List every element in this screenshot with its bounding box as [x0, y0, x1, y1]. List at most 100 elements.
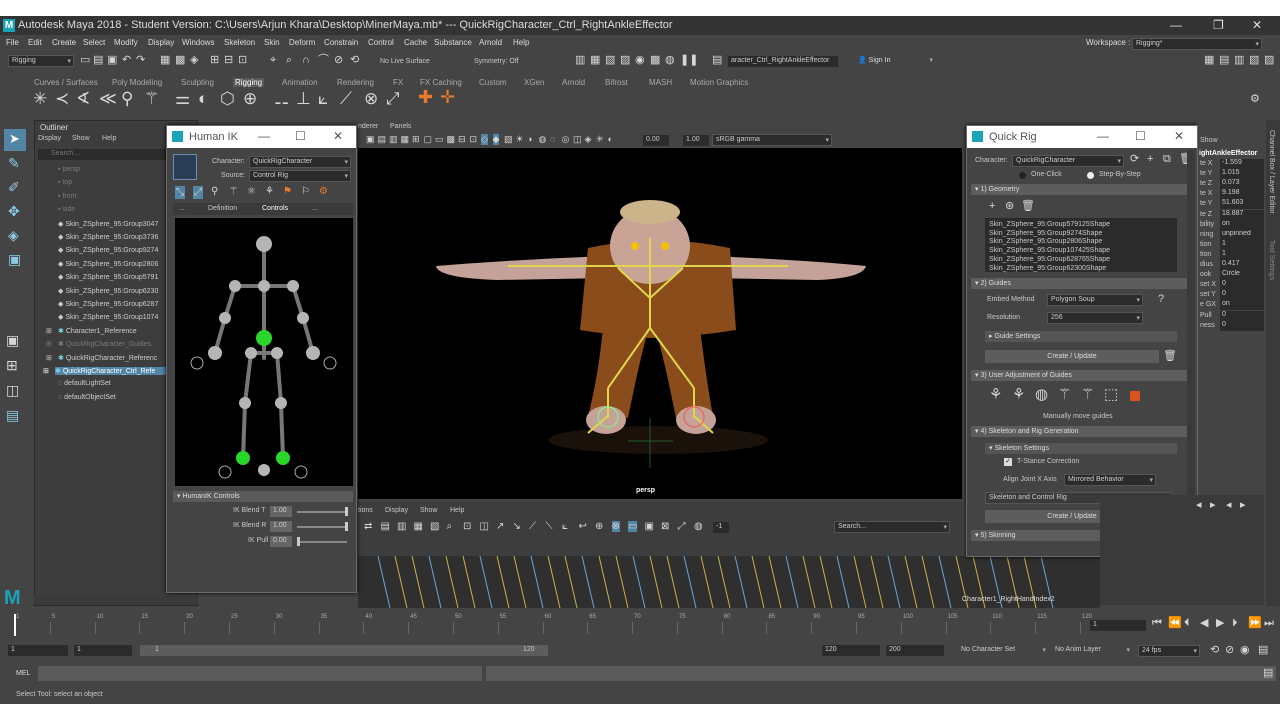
open-scene-icon[interactable]: ▤ [93, 55, 103, 66]
hik-character-view[interactable] [175, 218, 353, 486]
film-gate-icon[interactable]: ▢ [424, 134, 433, 145]
qr-refresh-icon[interactable]: ⟳ [1130, 154, 1139, 165]
shelf-tab-poly[interactable]: Poly Modeling [112, 78, 162, 87]
ipr-render-icon[interactable]: ▧ [605, 55, 615, 66]
shelf-tab-fxcaching[interactable]: FX Caching [420, 78, 462, 87]
parent-constraint-icon[interactable]: ⚋ [274, 90, 289, 107]
fps-dropdown[interactable]: 24 fps [1138, 645, 1200, 657]
layout-four-icon[interactable]: ⊞ [6, 358, 18, 372]
anim-layer-dropdown[interactable]: No Anim Layer [1052, 645, 1132, 657]
channel-attr-label[interactable]: te Y [1200, 170, 1212, 177]
scale-tool-icon[interactable]: ▣ [8, 252, 21, 266]
shelf-tab-fx[interactable]: FX [393, 78, 403, 87]
outliner-item[interactable]: ◆ Skin_ZSphere_95:Group3736 [58, 233, 158, 241]
outliner-item[interactable]: ◌ defaultObjectSet [58, 394, 116, 401]
outliner-menu-show[interactable]: Show [72, 135, 90, 142]
qr-guide-settings[interactable]: ▸ Guide Settings [985, 331, 1177, 342]
hik-pin-rotate-icon[interactable]: ⤢ [193, 186, 203, 199]
hik-pull-field[interactable]: 0.00 [270, 536, 292, 547]
lights-icon[interactable]: ☀ [516, 134, 524, 145]
select-hierarchy-icon[interactable]: ▦ [160, 55, 170, 66]
point-constraint-icon[interactable]: ⊥ [296, 90, 311, 107]
shelf-tab-rendering[interactable]: Rendering [337, 78, 374, 87]
menu-select[interactable]: Select [83, 38, 105, 47]
expand-icon[interactable]: ⊞ [46, 340, 52, 348]
shelf-tab-motion-graphics[interactable]: Motion Graphics [690, 78, 748, 87]
outliner-item[interactable]: ◆ Skin_ZSphere_95:Group2806 [58, 260, 158, 268]
qr-copy-icon[interactable]: ⧉ [1163, 154, 1171, 165]
channel-attr-value[interactable]: -1.559 [1220, 159, 1264, 169]
maximize-icon[interactable]: ❐ [1213, 18, 1224, 32]
qr-geometry-item[interactable]: Skin_ZSphere_95:Group9274Shape [989, 230, 1102, 237]
hik-key-icon[interactable]: ⚑ [283, 186, 292, 197]
plateau-tangent-icon[interactable]: ⊕ [595, 521, 603, 532]
shelf-tab-animation[interactable]: Animation [282, 78, 318, 87]
sign-in-dropdown[interactable]: 👤 Sign In [855, 55, 935, 67]
gate-mask-icon[interactable]: ▩ [447, 134, 456, 145]
humanik-minimize-icon[interactable]: — [258, 129, 270, 143]
field-chart-icon[interactable]: ⊟ [458, 134, 466, 145]
aim-constraint-icon[interactable]: ⊗ [364, 90, 378, 107]
channel-attr-value[interactable]: on [1220, 219, 1264, 230]
xray-icon[interactable]: ◈ [585, 134, 592, 145]
humanik-close-icon[interactable]: ✕ [333, 129, 343, 143]
menu-create[interactable]: Create [52, 38, 76, 47]
menu-help[interactable]: Help [513, 38, 529, 47]
channel-attr-label[interactable]: ness [1200, 322, 1215, 329]
step-back-icon[interactable]: ⏴ [1184, 618, 1190, 629]
qr-geometry-list[interactable]: Skin_ZSphere_95:Group579125Shape Skin_ZSp… [985, 218, 1177, 272]
outliner-menu-help[interactable]: Help [102, 135, 116, 142]
playback-start-field[interactable]: 1 [74, 645, 132, 656]
tool-settings-side-tab[interactable]: Tool Settings [1268, 240, 1275, 280]
frame-playback-icon[interactable]: ⊡ [463, 521, 471, 532]
command-input[interactable] [38, 666, 482, 681]
shelf-tab-arnold[interactable]: Arnold [562, 78, 585, 87]
channel-attr-value[interactable]: 0 [1220, 290, 1264, 301]
viewport-menu-panels[interactable]: Panels [390, 123, 411, 130]
hik-pull-slider[interactable] [297, 541, 347, 543]
grid-icon[interactable]: ⊞ [412, 134, 420, 145]
channel-attr-label[interactable]: e GX [1200, 301, 1216, 308]
resolution-gate-icon[interactable]: ▭ [435, 134, 444, 145]
snap-grid-icon[interactable]: ⊞ [210, 55, 219, 66]
hik-full-body-icon[interactable]: ⚲ [211, 186, 218, 197]
shelf-tab-bifrost[interactable]: Bifrost [605, 78, 628, 87]
viewport-menu-renderer[interactable]: nderer [358, 123, 378, 130]
hik-blend-r-slider[interactable] [297, 526, 347, 528]
qr-guides-delete-icon[interactable]: 🗑 [1163, 351, 1177, 362]
menu-substance[interactable]: Substance [434, 38, 472, 47]
channel-attr-label[interactable]: te X [1200, 160, 1212, 167]
humanik-maximize-icon[interactable]: ☐ [295, 129, 306, 143]
colorspace-dropdown[interactable]: sRGB gamma [712, 134, 832, 146]
outliner-item[interactable]: ◆ Skin_ZSphere_95:Group1074 [58, 313, 158, 321]
hik-tab-dots-right[interactable]: ... [312, 205, 318, 212]
backface-icon[interactable]: ◐ [608, 134, 613, 145]
hik-tab-definition[interactable]: Definition [208, 205, 237, 212]
channel-attr-label[interactable]: te Y [1200, 200, 1212, 207]
lattice-icon[interactable]: ⬡ [220, 90, 235, 107]
symmetry-label[interactable]: Symmetry: Off [474, 58, 519, 65]
channel-attr-label[interactable]: tion [1200, 251, 1211, 258]
arnold-render-icon[interactable]: ◍ [665, 55, 675, 66]
graph-menu-display[interactable]: Display [385, 507, 408, 514]
motion-blur-icon[interactable]: ◌ [550, 134, 555, 145]
channel-attr-value[interactable]: 0 [1220, 310, 1264, 321]
channel-attr-label[interactable]: dius [1200, 261, 1213, 268]
magnet-icon[interactable]: ∩ [302, 55, 310, 66]
qr-geometry-item[interactable]: Skin_ZSphere_95:Group62300Shape [989, 265, 1106, 272]
hik-tab-dots-left[interactable]: ... [179, 205, 185, 212]
qr-xray-icon[interactable]: ⬚ [1104, 387, 1118, 402]
playback-end-field[interactable]: 120 [822, 645, 880, 656]
anim-start-field[interactable]: 1 [8, 645, 68, 656]
expand-icon[interactable]: ⊞ [43, 367, 49, 375]
isolate-icon[interactable]: ◫ [573, 134, 582, 145]
qr-mirror-left-icon[interactable]: ⚘ [989, 387, 1002, 402]
unify-icon[interactable]: ▭ [628, 521, 638, 532]
menu-deform[interactable]: Deform [289, 38, 315, 47]
channel-attr-value[interactable]: Circle [1220, 270, 1264, 281]
channel-attr-value[interactable]: 0 [1220, 280, 1264, 291]
layer-arrow-left2-icon[interactable]: ◂ [1226, 500, 1232, 511]
gamma-field[interactable]: 1.00 [683, 135, 709, 146]
select-component-icon[interactable]: ◈ [190, 55, 198, 66]
outliner-item[interactable]: ◆ Skin_ZSphere_95:Group9274 [58, 246, 158, 254]
